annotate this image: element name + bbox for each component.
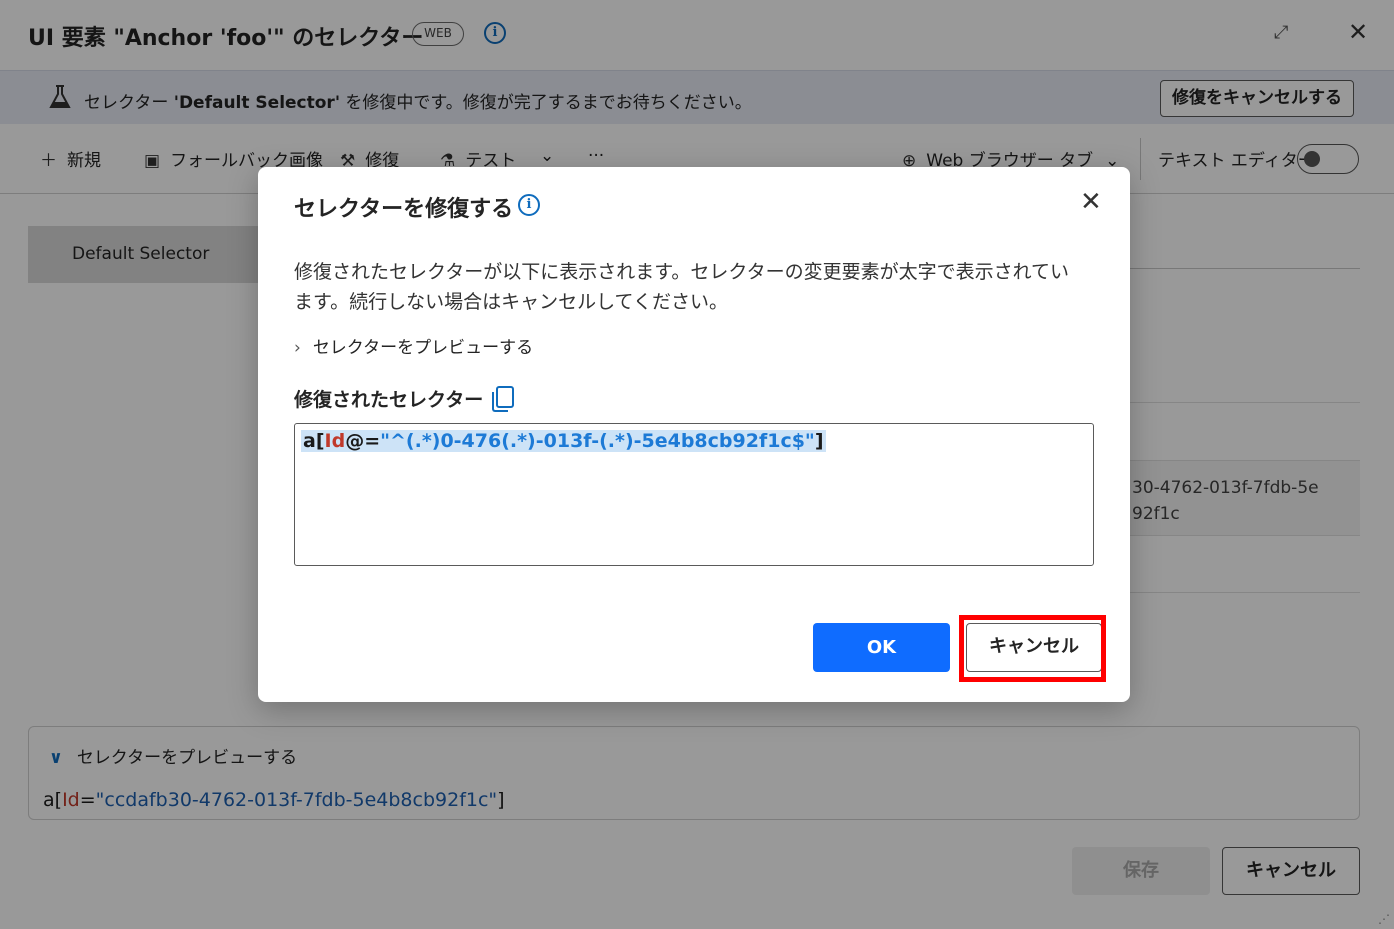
- close-icon[interactable]: ✕: [1080, 187, 1102, 217]
- repaired-selector-textarea[interactable]: a[Id@="^(.*)0-476(.*)-013f-(.*)-5e4b8cb9…: [294, 423, 1094, 566]
- repaired-selector-label: 修復されたセレクター: [294, 389, 484, 411]
- info-icon[interactable]: i: [518, 194, 540, 216]
- highlight-box: [959, 615, 1106, 682]
- chevron-right-icon: ›: [294, 338, 301, 358]
- dialog-description: 修復されたセレクターが以下に表示されます。セレクターの変更要素が太字で表示されて…: [294, 261, 1070, 313]
- copy-icon[interactable]: [492, 386, 514, 412]
- ok-button[interactable]: OK: [813, 623, 950, 672]
- repair-selector-dialog: セレクターを修復する i ✕ 修復されたセレクターが以下に表示されます。セレクタ…: [258, 167, 1130, 702]
- repaired-selector-code: a[Id@="^(.*)0-476(.*)-013f-(.*)-5e4b8cb9…: [301, 430, 826, 452]
- dialog-title: セレクターを修復する: [294, 197, 514, 222]
- preview-selector-toggle[interactable]: › セレクターをプレビューする: [294, 333, 533, 358]
